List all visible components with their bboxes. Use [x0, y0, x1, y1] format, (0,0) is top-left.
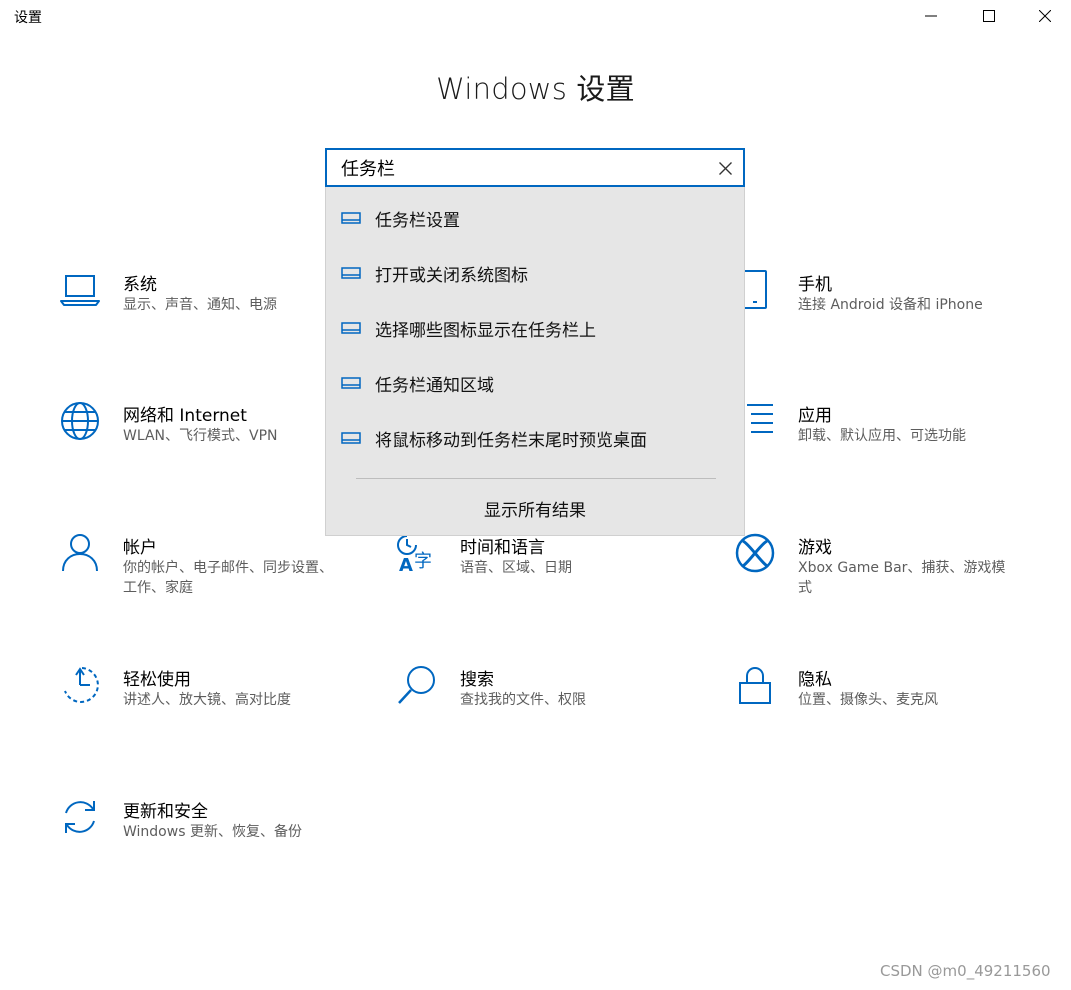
time-language-icon: A 字: [397, 535, 432, 573]
page-title: Windows 设置: [436, 72, 635, 106]
search-box[interactable]: [325, 148, 745, 187]
tile-system[interactable]: 系统 显示、声音、通知、电源: [60, 270, 360, 350]
tile-subtitle: 连接 Android 设备和 iPhone: [798, 297, 983, 313]
search-clear-button[interactable]: [715, 158, 735, 178]
taskbar-icon: [341, 322, 361, 334]
tile-title: 帐户: [123, 538, 157, 558]
suggestion-item[interactable]: 将鼠标移动到任务栏末尾时预览桌面: [326, 410, 744, 465]
tile-subtitle: 显示、声音、通知、电源: [123, 297, 277, 313]
tile-subtitle: 位置、摄像头、麦克风: [798, 692, 938, 708]
tile-subtitle: 查找我的文件、权限: [460, 692, 586, 708]
title-bar: 设置: [0, 0, 1071, 32]
tile-title: 搜索: [460, 670, 494, 690]
suggestion-item[interactable]: 打开或关闭系统图标: [326, 245, 744, 300]
ease-of-access-icon: [64, 667, 99, 703]
search-icon: [398, 666, 435, 704]
tile-title: 系统: [123, 275, 157, 295]
tile-subtitle: 讲述人、放大镜、高对比度: [123, 692, 291, 708]
person-icon: [62, 534, 98, 572]
taskbar-icon: [341, 377, 361, 389]
maximize-icon: [983, 10, 995, 22]
svg-text:A: A: [399, 555, 413, 573]
update-icon: [65, 801, 95, 833]
xbox-icon: [735, 533, 775, 573]
taskbar-icon: [341, 267, 361, 279]
minimize-icon: [925, 15, 937, 17]
tile-accounts[interactable]: 帐户 你的帐户、电子邮件、同步设置、工作、家庭: [60, 533, 360, 613]
tile-title: 更新和安全: [123, 802, 208, 822]
suggestions-divider: [356, 478, 716, 479]
suggestion-label: 任务栏设置: [375, 211, 460, 231]
close-icon: [718, 161, 732, 175]
tile-search[interactable]: 搜索 查找我的文件、权限: [397, 665, 697, 745]
show-all-results-button[interactable]: 显示所有结果: [326, 496, 744, 521]
tile-title: 轻松使用: [123, 670, 191, 690]
suggestion-item[interactable]: 任务栏设置: [326, 190, 744, 245]
globe-icon: [61, 402, 99, 440]
maximize-button[interactable]: [960, 0, 1018, 32]
tile-phone[interactable]: 手机 连接 Android 设备和 iPhone: [735, 270, 1035, 350]
tile-apps[interactable]: 应用 卸载、默认应用、可选功能: [735, 401, 1035, 481]
suggestion-label: 将鼠标移动到任务栏末尾时预览桌面: [375, 431, 647, 451]
tile-title: 游戏: [798, 538, 832, 558]
suggestion-item[interactable]: 任务栏通知区域: [326, 355, 744, 410]
svg-text:字: 字: [414, 551, 432, 572]
tile-gaming[interactable]: 游戏 Xbox Game Bar、捕获、游戏模式: [735, 533, 1035, 613]
search-input[interactable]: [341, 155, 701, 181]
laptop-icon: [60, 275, 100, 306]
tile-subtitle: Xbox Game Bar、捕获、游戏模式: [798, 560, 1006, 596]
suggestion-label: 任务栏通知区域: [375, 376, 494, 396]
app-title: 设置: [14, 10, 42, 26]
suggestion-label: 打开或关闭系统图标: [375, 266, 528, 286]
taskbar-icon: [341, 432, 361, 444]
tile-title: 隐私: [798, 670, 832, 690]
close-button[interactable]: [1016, 0, 1071, 32]
tile-title: 时间和语言: [460, 538, 545, 558]
close-icon: [1039, 10, 1051, 22]
tile-subtitle: WLAN、飞行模式、VPN: [123, 428, 278, 444]
tile-title: 手机: [798, 275, 832, 295]
watermark: CSDN @m0_49211560: [880, 962, 1051, 980]
suggestion-item[interactable]: 选择哪些图标显示在任务栏上: [326, 300, 744, 355]
minimize-button[interactable]: [902, 0, 960, 32]
search-suggestions: 任务栏设置 打开或关闭系统图标 选择哪些图标显示在任务栏上 任务栏通知区域 将鼠…: [325, 187, 745, 536]
taskbar-icon: [341, 212, 361, 224]
tile-subtitle: 语音、区域、日期: [460, 560, 572, 576]
tile-subtitle: 卸载、默认应用、可选功能: [798, 428, 966, 444]
lock-icon: [739, 667, 771, 704]
tile-subtitle: Windows 更新、恢复、备份: [123, 824, 302, 840]
tile-privacy[interactable]: 隐私 位置、摄像头、麦克风: [735, 665, 1035, 745]
tile-ease-of-access[interactable]: 轻松使用 讲述人、放大镜、高对比度: [60, 665, 360, 745]
tile-time-language[interactable]: A 字 时间和语言 语音、区域、日期: [397, 533, 697, 613]
tile-title: 应用: [798, 406, 832, 426]
suggestion-label: 选择哪些图标显示在任务栏上: [375, 321, 596, 341]
tile-title: 网络和 Internet: [123, 406, 247, 426]
tile-network[interactable]: 网络和 Internet WLAN、飞行模式、VPN: [60, 401, 360, 481]
tile-update-security[interactable]: 更新和安全 Windows 更新、恢复、备份: [60, 797, 360, 877]
tile-subtitle: 你的帐户、电子邮件、同步设置、工作、家庭: [123, 560, 333, 596]
